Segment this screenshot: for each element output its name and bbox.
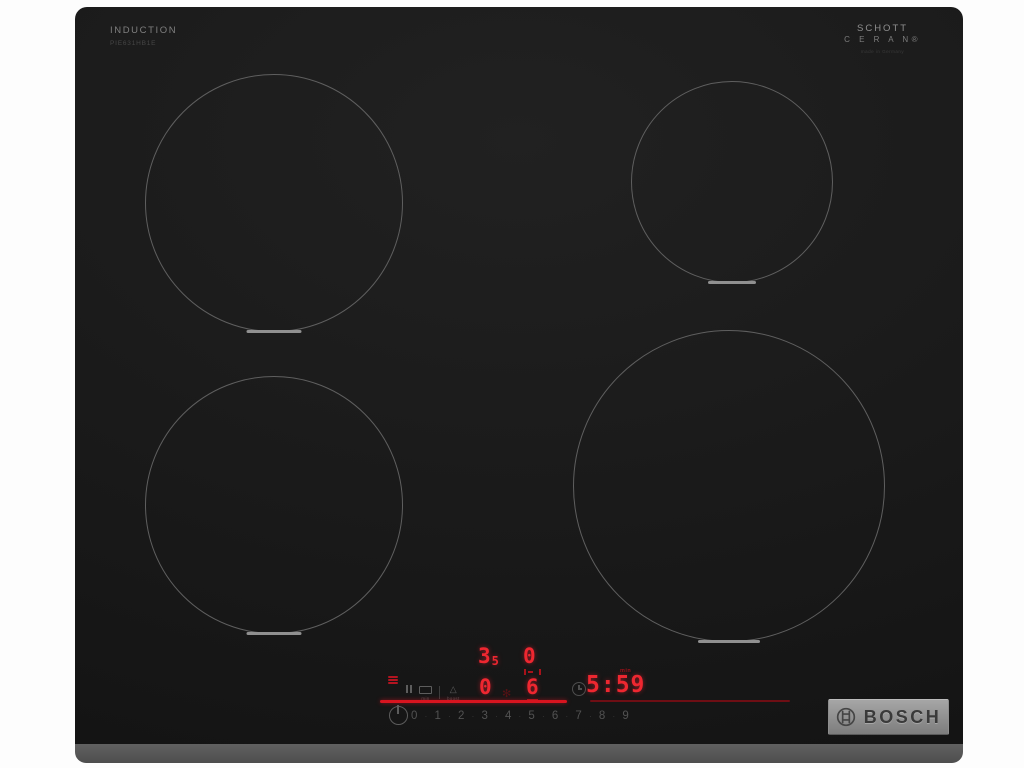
power-level-0[interactable]: 0 — [411, 710, 417, 722]
scale-dot: · — [566, 712, 569, 721]
pause-key[interactable] — [406, 685, 412, 693]
boost-key[interactable]: △ boost — [447, 685, 460, 701]
power-level-scale: 0 · 1 · 2 · 3 · 4 · 5 · 6 · 7 · 8 · 9 — [411, 710, 629, 722]
scale-dot: · — [472, 712, 475, 721]
scale-dot: · — [542, 712, 545, 721]
glass-subtext: made in Germany — [844, 49, 921, 55]
model-number: PIE631HB1E — [110, 40, 156, 47]
power-level-8[interactable]: 8 — [599, 710, 605, 722]
scale-dot: · — [589, 712, 592, 721]
bosch-logo-icon — [836, 707, 856, 727]
cooking-zone-front-right — [573, 330, 885, 642]
cooking-zone-back-right — [631, 81, 833, 283]
key-divider — [439, 686, 440, 699]
front-trim-edge — [75, 744, 963, 763]
power-level-3[interactable]: 3 — [481, 710, 487, 722]
scale-dot: · — [519, 712, 522, 721]
pause-icon — [406, 685, 412, 693]
scale-dot: · — [495, 712, 498, 721]
display-back-left-level: 35 — [478, 646, 499, 667]
schott-ceran-logo: SCHOTT C E R A N® made in Germany — [844, 23, 921, 55]
pan-detected-icon — [524, 669, 541, 675]
power-level-1[interactable]: 1 — [434, 710, 440, 722]
ceramic-glass-surface: INDUCTION PIE631HB1E SCHOTT C E R A N® m… — [75, 7, 963, 744]
short-timer-key[interactable]: min — [419, 685, 432, 701]
timer-clock-icon[interactable] — [572, 682, 586, 696]
power-button[interactable] — [389, 706, 408, 725]
power-level-4[interactable]: 4 — [505, 710, 511, 722]
zone-front-marker — [708, 281, 756, 284]
schott-line: SCHOTT — [844, 23, 921, 35]
pan-icon — [419, 686, 432, 694]
scale-dot: · — [612, 712, 615, 721]
bosch-badge: BOSCH — [828, 699, 949, 735]
red-indicator-icon — [388, 676, 398, 684]
star-icon: ✻ — [502, 689, 511, 700]
timer-unit-label: min — [620, 668, 631, 674]
power-level-5[interactable]: 5 — [528, 710, 534, 722]
zone-front-marker — [698, 640, 760, 643]
product-photo: INDUCTION PIE631HB1E SCHOTT C E R A N® m… — [0, 0, 1024, 768]
boost-icon: △ — [450, 685, 457, 694]
display-front-left-level: 0 — [479, 677, 492, 698]
power-level-9[interactable]: 9 — [622, 710, 628, 722]
scale-dot: · — [448, 712, 451, 721]
induction-label: INDUCTION — [110, 25, 177, 36]
scale-dot: · — [425, 712, 428, 721]
display-back-right-level: 0 — [523, 646, 536, 667]
function-key-row: min △ boost — [406, 685, 460, 701]
cooking-zone-back-left — [145, 74, 403, 332]
zone-front-marker — [247, 330, 302, 333]
zone-front-marker — [247, 632, 302, 635]
power-level-7[interactable]: 7 — [575, 710, 581, 722]
cooking-zone-front-left — [145, 376, 403, 634]
bosch-wordmark: BOSCH — [864, 707, 942, 728]
power-slider-active-track[interactable] — [380, 700, 567, 703]
display-front-right-level: 6 — [526, 677, 539, 698]
timer-display: 5:59 — [586, 674, 645, 697]
power-level-6[interactable]: 6 — [552, 710, 558, 722]
power-slider-dim-track[interactable] — [590, 700, 790, 702]
induction-cooktop: INDUCTION PIE631HB1E SCHOTT C E R A N® m… — [75, 7, 963, 763]
ceran-line: C E R A N® — [844, 35, 921, 45]
power-level-2[interactable]: 2 — [458, 710, 464, 722]
